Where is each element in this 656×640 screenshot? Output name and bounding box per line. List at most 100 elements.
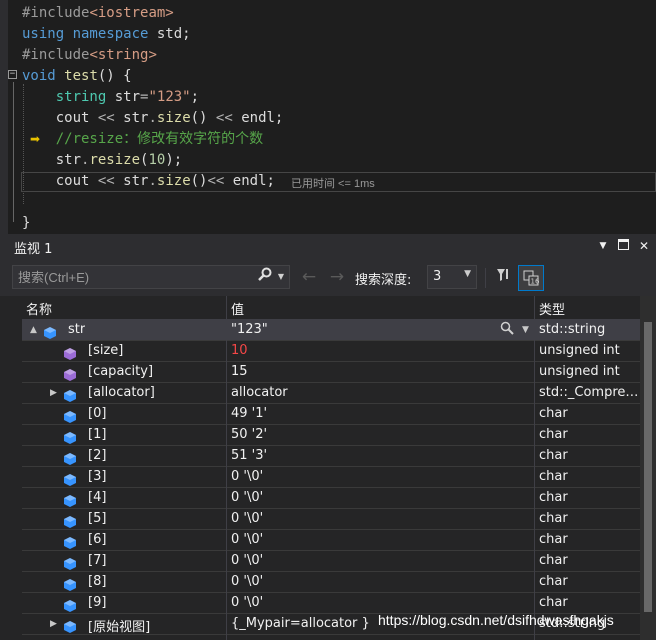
watch-row[interactable]: [capacity] 15 unsigned int — [22, 362, 640, 383]
close-icon[interactable]: ✕ — [637, 238, 651, 254]
watch-type: char — [539, 490, 568, 505]
search-depth-select[interactable]: 3 ▼ — [427, 265, 477, 289]
hex-display-button[interactable]: 16 — [518, 265, 544, 291]
expand-arrow-icon[interactable]: ▶ — [50, 388, 57, 398]
watch-row[interactable]: [size] 10 unsigned int — [22, 341, 640, 362]
watch-row[interactable]: [7] 0 '\0' char — [22, 551, 640, 572]
watch-row[interactable]: [4] 0 '\0' char — [22, 488, 640, 509]
code-token: std; — [156, 26, 191, 42]
code-token: } — [22, 215, 31, 231]
watch-value[interactable]: "123" — [231, 322, 531, 337]
watch-row[interactable]: ▶ [allocator] allocator std::_Compre… — [22, 383, 640, 404]
maximize-icon[interactable] — [616, 238, 630, 254]
watch-name: [9] — [88, 595, 107, 610]
code-token: string — [55, 89, 115, 105]
purple-member-icon — [64, 366, 76, 381]
watch-value[interactable]: 0 '\0' — [231, 595, 531, 610]
code-token: () — [190, 110, 216, 126]
watch-type: char — [539, 532, 568, 547]
watch-value[interactable]: 0 '\0' — [231, 532, 531, 547]
column-separator[interactable] — [534, 296, 535, 640]
watch-name: [capacity] — [88, 364, 154, 379]
code-line: cout << str.size()<< endl; — [22, 171, 275, 192]
watch-value[interactable]: 51 '3' — [231, 448, 531, 463]
code-line: using namespace std; — [22, 24, 191, 45]
code-token: cout — [55, 110, 98, 126]
watch-grid[interactable]: 名称 值 类型 ▲ str "123" ▼ std::string [size] 10 uns… — [22, 296, 640, 640]
watch-row[interactable]: [2] 51 '3' char — [22, 446, 640, 467]
watch-name: [1] — [88, 427, 107, 442]
watch-type: char — [539, 427, 568, 442]
code-token: . — [148, 173, 157, 189]
column-header-type[interactable]: 类型 — [539, 299, 565, 318]
watch-row[interactable]: [1] 50 '2' char — [22, 425, 640, 446]
search-input[interactable] — [18, 269, 248, 285]
code-token: << — [215, 110, 242, 126]
text-visualizer-icon[interactable] — [500, 321, 514, 339]
expand-arrow-icon[interactable]: ▶ — [50, 619, 57, 629]
blue-object-icon — [64, 534, 76, 549]
watch-value[interactable]: 0 '\0' — [231, 469, 531, 484]
purple-member-icon — [64, 345, 76, 360]
watch-value[interactable]: 0 '\0' — [231, 511, 531, 526]
watch-row[interactable]: [8] 0 '\0' char — [22, 572, 640, 593]
vertical-scrollbar[interactable] — [640, 296, 656, 640]
code-line: cout << str.size() << endl; — [22, 108, 284, 129]
watch-row[interactable]: [0] 49 '1' char — [22, 404, 640, 425]
pin-filter-icon[interactable] — [492, 267, 514, 289]
watch-value[interactable]: 0 '\0' — [231, 574, 531, 589]
search-box[interactable]: ▼ — [12, 265, 290, 289]
blue-object-icon — [64, 597, 76, 612]
code-token: () — [190, 173, 208, 189]
search-previous-icon[interactable]: ← — [298, 266, 320, 288]
watch-value[interactable]: 49 '1' — [231, 406, 531, 421]
perf-tip: 已用时间 <= 1ms — [291, 178, 375, 190]
code-token: () { — [97, 68, 132, 84]
visualizer-dropdown-icon[interactable]: ▼ — [522, 325, 529, 335]
watch-row[interactable]: [3] 0 '\0' char — [22, 467, 640, 488]
hex-display-icon: 16 — [523, 270, 540, 286]
watch-type: char — [539, 595, 568, 610]
watch-value[interactable]: 10 — [231, 343, 531, 358]
watch-name: [2] — [88, 448, 107, 463]
code-token: test — [64, 68, 98, 84]
blue-object-icon — [64, 408, 76, 423]
code-token: resize — [89, 152, 141, 168]
watch-value[interactable]: 0 '\0' — [231, 553, 531, 568]
code-line: string str="123"; — [22, 87, 199, 108]
search-icon[interactable] — [256, 266, 274, 288]
code-token: << — [207, 173, 233, 189]
watch-row[interactable]: [5] 0 '\0' char — [22, 509, 640, 530]
watch-value[interactable]: 0 '\0' — [231, 490, 531, 505]
code-token: str — [114, 89, 141, 105]
search-options-chevron-icon[interactable]: ▼ — [275, 266, 287, 288]
column-separator[interactable] — [226, 296, 227, 640]
watch-row[interactable]: [9] 0 '\0' char — [22, 593, 640, 614]
watch-value[interactable]: 50 '2' — [231, 427, 531, 442]
code-token: size — [156, 173, 191, 189]
collapse-toggle-icon[interactable]: − — [8, 70, 17, 79]
watch-name: [size] — [88, 343, 124, 358]
code-token: . — [148, 110, 157, 126]
watch-name: [7] — [88, 553, 107, 568]
dropdown-arrow-icon[interactable]: ▼ — [596, 238, 610, 254]
fold-guide — [13, 82, 14, 222]
watch-value[interactable]: allocator — [231, 385, 531, 400]
watch-value[interactable]: 15 — [231, 364, 531, 379]
code-line: #include<string> — [22, 45, 157, 66]
column-header-value[interactable]: 值 — [231, 299, 244, 318]
watch-row[interactable]: [6] 0 '\0' char — [22, 530, 640, 551]
scrollbar-thumb[interactable] — [644, 322, 652, 612]
search-depth-label: 搜索深度: — [355, 273, 412, 288]
code-editor[interactable]: − ➡ #include<iostream> using namespace st… — [0, 0, 656, 234]
search-next-icon[interactable]: → — [326, 266, 348, 288]
watch-type: char — [539, 511, 568, 526]
code-token: << — [97, 173, 124, 189]
collapse-arrow-icon[interactable]: ▲ — [30, 325, 37, 335]
watch-row[interactable]: ▲ str "123" ▼ std::string — [22, 320, 640, 341]
column-header-name[interactable]: 名称 — [26, 299, 52, 318]
